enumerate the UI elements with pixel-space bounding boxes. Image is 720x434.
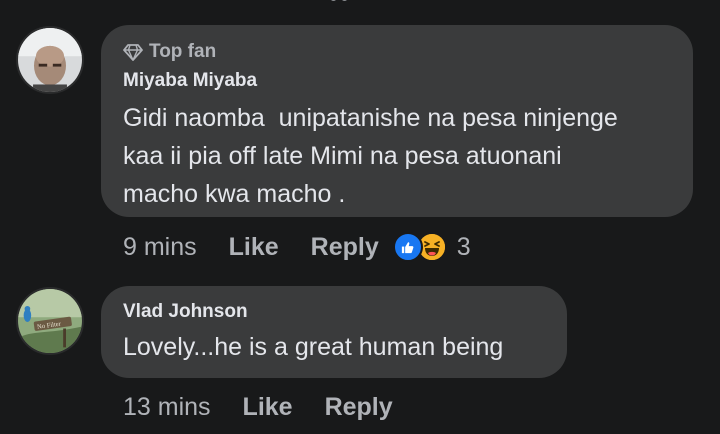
comment-author[interactable]: Miyaba Miyaba xyxy=(123,69,671,93)
comment-text: Gidi naomba unipatanishe na pesa ninjeng… xyxy=(123,104,618,208)
reply-button[interactable]: Reply xyxy=(311,233,379,262)
more-indicator xyxy=(330,0,348,1)
dot xyxy=(330,0,337,1)
comment-timestamp[interactable]: 13 mins xyxy=(123,393,211,422)
like-button[interactable]: Like xyxy=(229,233,279,262)
like-reaction-icon xyxy=(392,232,423,262)
avatar[interactable]: No Filter xyxy=(16,287,84,355)
dot xyxy=(341,0,348,1)
avatar-image: No Filter xyxy=(18,289,82,353)
comment-bubble: Vlad Johnson Lovely...he is a great huma… xyxy=(101,286,567,378)
comment-timestamp[interactable]: 9 mins xyxy=(123,233,197,262)
comment-text: Lovely...he is a great human being xyxy=(123,333,504,361)
badge-label: Top fan xyxy=(149,41,217,62)
comment-bubble: Top fan Miyaba Miyaba Gidi naomba unipat… xyxy=(101,25,693,217)
reply-button[interactable]: Reply xyxy=(325,393,393,422)
top-fan-badge: Top fan xyxy=(123,41,671,63)
comment-actions: 13 mins Like Reply xyxy=(123,390,425,424)
comment-actions: 9 mins Like Reply 3 xyxy=(123,230,471,264)
comment-author[interactable]: Vlad Johnson xyxy=(123,300,545,324)
reaction-summary[interactable]: 3 xyxy=(392,232,471,262)
like-button[interactable]: Like xyxy=(243,393,293,422)
avatar[interactable] xyxy=(16,26,84,94)
avatar-image xyxy=(18,28,82,92)
diamond-icon xyxy=(123,44,143,61)
reaction-count: 3 xyxy=(456,232,471,261)
